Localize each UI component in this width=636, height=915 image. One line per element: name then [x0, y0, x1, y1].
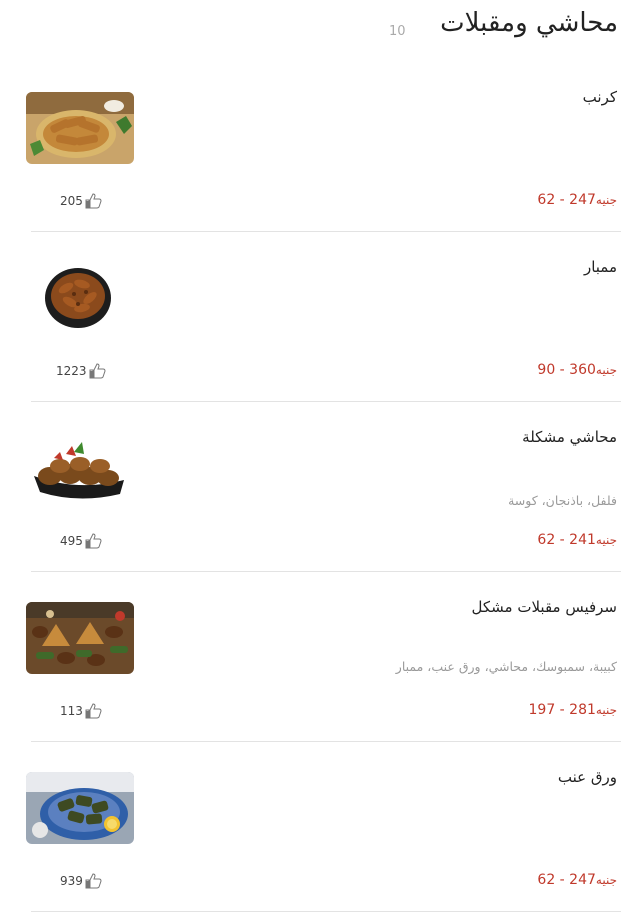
stuffed-cabbage-image[interactable] — [26, 92, 134, 164]
item-price: 62 - 247جنيه — [537, 192, 617, 208]
item-name[interactable]: محاشي مشكلة — [522, 428, 617, 446]
menu-item[interactable]: سرفيس مقبلات مشكل كبيبة، سمبوسك، محاشي، … — [0, 572, 636, 742]
mixed-appetizers-platter-image[interactable] — [26, 602, 134, 674]
menu-item[interactable]: ممبار 90 - 360جنيه 1223 — [0, 232, 636, 402]
section-header: محاشي ومقبلات 10 — [0, 0, 636, 62]
like-button[interactable]: 495 — [60, 533, 103, 549]
item-price: 62 - 241جنيه — [537, 532, 617, 548]
price-currency: جنيه — [595, 363, 617, 377]
like-count: 113 — [60, 704, 83, 718]
grape-leaves-image[interactable] — [26, 772, 134, 844]
thumbs-up-icon — [85, 533, 103, 549]
item-description: كبيبة، سمبوسك، محاشي، ورق عنب، ممبار — [395, 659, 617, 674]
divider — [31, 911, 621, 912]
item-name[interactable]: ممبار — [584, 258, 617, 276]
item-price: 197 - 281جنيه — [529, 702, 618, 718]
menu-item[interactable]: ورق عنب 62 - 247جنيه 939 — [0, 742, 636, 912]
price-currency: جنيه — [595, 533, 617, 547]
price-range: 197 - 281 — [528, 702, 596, 718]
menu-list: كرنب 62 - 247جنيه 205 ممبار 90 - 360جنيه… — [0, 62, 636, 912]
mixed-stuffed-vegetables-image[interactable] — [26, 432, 134, 504]
menu-item[interactable]: محاشي مشكلة فلفل، باذنجان، كوسة 62 - 241… — [0, 402, 636, 572]
price-range: 62 - 241 — [537, 532, 596, 548]
like-count: 939 — [60, 874, 83, 888]
price-currency: جنيه — [595, 703, 617, 717]
item-name[interactable]: ورق عنب — [558, 768, 617, 786]
thumbs-up-icon — [85, 703, 103, 719]
item-description: فلفل، باذنجان، كوسة — [508, 493, 617, 508]
like-button[interactable]: 113 — [60, 703, 103, 719]
thumbs-up-icon — [85, 193, 103, 209]
price-currency: جنيه — [595, 873, 617, 887]
thumbs-up-icon — [85, 873, 103, 889]
price-range: 90 - 360 — [537, 362, 596, 378]
menu-item[interactable]: كرنب 62 - 247جنيه 205 — [0, 62, 636, 232]
price-currency: جنيه — [595, 193, 617, 207]
item-name[interactable]: كرنب — [583, 88, 617, 106]
like-count: 205 — [60, 194, 83, 208]
item-price: 90 - 360جنيه — [537, 362, 617, 378]
price-range: 62 - 247 — [537, 192, 596, 208]
mombar-image[interactable] — [26, 262, 134, 334]
price-range: 62 - 247 — [537, 872, 596, 888]
like-button[interactable]: 1223 — [56, 363, 107, 379]
thumbs-up-icon — [89, 363, 107, 379]
item-count: 10 — [389, 24, 406, 39]
like-count: 495 — [60, 534, 83, 548]
item-name[interactable]: سرفيس مقبلات مشكل — [472, 598, 617, 616]
like-button[interactable]: 939 — [60, 873, 103, 889]
item-price: 62 - 247جنيه — [537, 872, 617, 888]
section-title: محاشي ومقبلات — [440, 8, 618, 38]
like-count: 1223 — [56, 364, 87, 378]
like-button[interactable]: 205 — [60, 193, 103, 209]
